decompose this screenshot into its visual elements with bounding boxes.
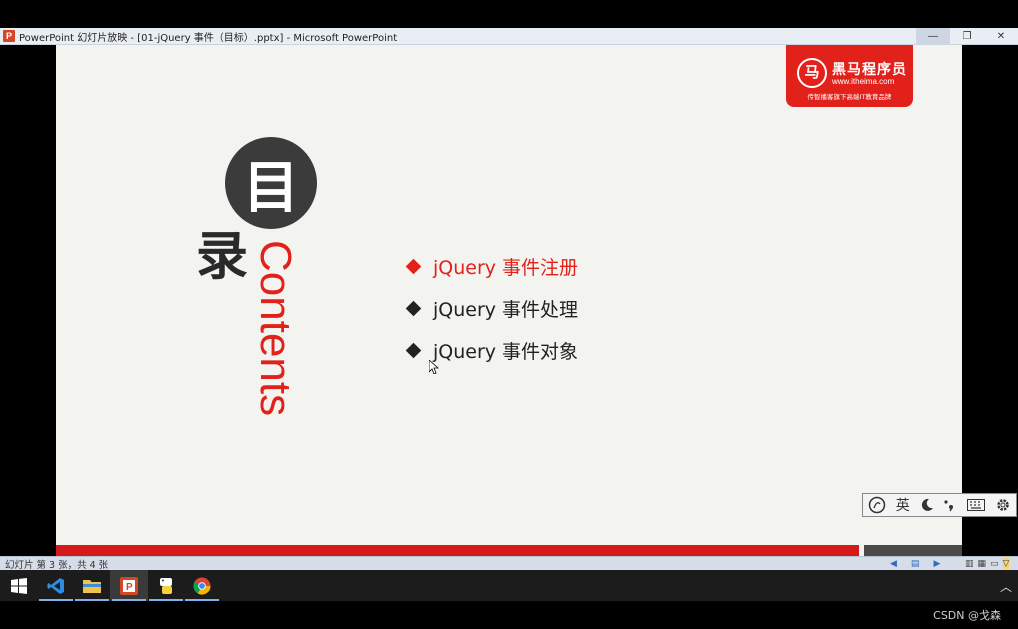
mouse-cursor-icon (429, 360, 439, 374)
title-bar: P PowerPoint 幻灯片放映 - [01-jQuery 事件（目标）.p… (0, 28, 1018, 45)
slide-menu-icon[interactable]: ▤ (911, 558, 920, 569)
windows-start-icon[interactable] (0, 570, 38, 601)
reading-view-icon[interactable]: ▭ (990, 558, 999, 569)
heading-circle-mu: 目 (225, 137, 317, 229)
ime-language-toggle[interactable]: 英 (896, 495, 910, 515)
taskbar: P ︿ (0, 570, 1018, 601)
window-title: PowerPoint 幻灯片放映 - [01-jQuery 事件（目标）.ppt… (19, 32, 398, 44)
slide-sorter-icon[interactable]: ▦ (978, 558, 987, 569)
csdn-watermark: CSDN @戈森 (933, 609, 1001, 622)
menu-item-event-register[interactable]: jQuery 事件注册 (405, 245, 579, 287)
slide-nav: ◀ ▤ ▶ (890, 558, 940, 569)
tray-expand-icon[interactable]: ︿ (1000, 578, 1012, 595)
diamond-bullet-icon (405, 258, 422, 274)
svg-text:P: P (126, 582, 133, 593)
logo-slogan-text: 传智播客旗下高端IT教育品牌 (807, 93, 892, 101)
horse-logo-icon: 马 (797, 58, 827, 88)
normal-view-icon[interactable]: ▥ (965, 558, 974, 569)
heading-char-lu: 录 (196, 227, 249, 287)
menu-item-event-handling[interactable]: jQuery 事件处理 (405, 287, 579, 329)
sogou-icon[interactable] (868, 496, 886, 514)
logo-brand-text: 黑马程序员 (832, 62, 907, 78)
diamond-bullet-icon (405, 342, 422, 358)
restore-button[interactable]: ❐ (950, 28, 984, 45)
window-controls: — ❐ ✕ (916, 28, 1018, 45)
footer-red-bar (56, 545, 859, 556)
slide[interactable]: 马 黑马程序员 www.itheima.com 传智播客旗下高端IT教育品牌 目… (56, 45, 962, 556)
vscode-icon[interactable] (37, 570, 75, 601)
moon-icon[interactable] (920, 498, 934, 512)
menu-item-label: jQuery 事件处理 (433, 298, 579, 321)
chrome-icon[interactable] (183, 570, 221, 601)
gear-icon[interactable] (995, 497, 1011, 513)
top-black-strip (0, 0, 1018, 28)
menu-item-label: jQuery 事件对象 (433, 340, 579, 363)
diamond-bullet-icon (405, 300, 422, 316)
watermark-area: CSDN @戈森 (0, 601, 1018, 629)
minimize-button[interactable]: — (916, 28, 950, 45)
status-bar: 幻灯片 第 3 张，共 4 张 ◀ ▤ ▶ ▥ ▦ ▭ ▽ (0, 556, 1018, 571)
ime-toolbar: 英 (862, 493, 1017, 517)
keyboard-icon[interactable] (967, 499, 986, 511)
menu-item-label: jQuery 事件注册 (433, 256, 579, 279)
slideshow-right-margin (962, 45, 1018, 556)
slideshow-left-margin (0, 45, 56, 556)
file-explorer-icon[interactable] (73, 570, 111, 601)
previous-slide-icon[interactable]: ◀ (890, 558, 897, 569)
slide-counter: 幻灯片 第 3 张，共 4 张 (5, 559, 109, 571)
punctuation-icon[interactable] (943, 498, 957, 512)
contents-menu: jQuery 事件注册 jQuery 事件处理 jQuery 事件对象 (405, 245, 579, 371)
view-buttons: ▥ ▦ ▭ ▽ (965, 558, 1010, 569)
contents-vertical-label: Contents (251, 240, 300, 417)
powerpoint-icon[interactable]: P (110, 570, 148, 601)
footer-grey-bar (864, 545, 962, 556)
python-icon[interactable] (147, 570, 185, 601)
close-button[interactable]: ✕ (984, 28, 1018, 45)
next-slide-icon[interactable]: ▶ (933, 558, 940, 569)
itheima-logo: 马 黑马程序员 www.itheima.com 传智播客旗下高端IT教育品牌 (786, 45, 913, 107)
slideshow-view-icon[interactable]: ▽ (1002, 558, 1010, 569)
powerpoint-app-icon[interactable]: P (3, 30, 15, 42)
logo-url-text: www.itheima.com (832, 77, 895, 86)
